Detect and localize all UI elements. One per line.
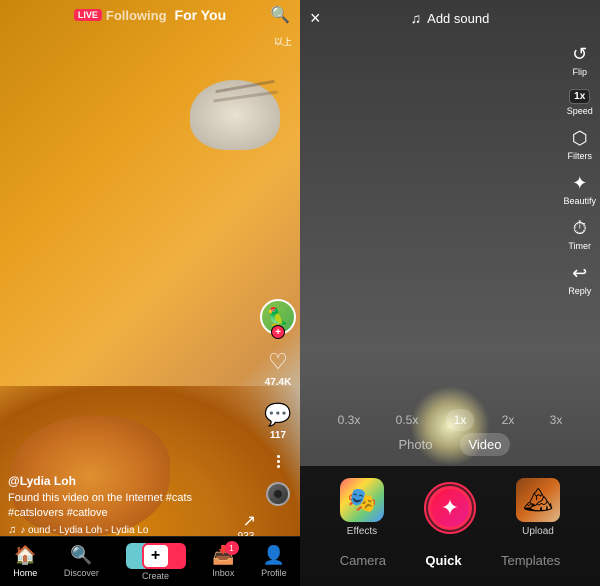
create-label: Create — [142, 571, 169, 581]
home-label: Home — [13, 568, 37, 578]
quick-button[interactable]: ✦ — [424, 482, 476, 534]
upload-label: Upload — [522, 526, 554, 537]
nav-home[interactable]: 🏠 Home — [13, 545, 37, 578]
timer-icon: ⏱ — [573, 218, 587, 239]
filters-icon: ⬡ — [572, 128, 588, 149]
create-icon-wrap: + — [126, 543, 186, 569]
inbox-label: Inbox — [212, 568, 234, 578]
creator-username[interactable]: @Lydia Loh — [8, 474, 250, 488]
follow-button[interactable]: + — [271, 325, 285, 339]
sparkle-icon: ✦ — [441, 495, 459, 521]
nav-discover[interactable]: 🔍 Discover — [64, 545, 99, 578]
nav-create[interactable]: + Create — [126, 543, 186, 581]
discover-label: Discover — [64, 568, 99, 578]
top-navigation: LIVE Following For You 🔍 — [0, 0, 300, 30]
for-you-tab[interactable]: For You — [175, 7, 227, 23]
flip-tool[interactable]: ↺ Flip — [572, 44, 587, 77]
photo-video-tabs: Photo Video — [300, 433, 600, 456]
camera-bottom-actions: 🎭 Effects ✦ 🏔 Upload Camera Quick Templa… — [300, 466, 600, 586]
speed-3x[interactable]: 3x — [542, 409, 571, 431]
speed-1x[interactable]: 1x — [446, 409, 475, 431]
camera-mode-tabs: Camera Quick Templates — [300, 545, 600, 576]
profile-icon: 👤 — [263, 545, 285, 566]
effects-button[interactable]: 🎭 Effects — [340, 478, 384, 537]
create-plus-icon: + — [151, 548, 160, 564]
add-sound-label: Add sound — [427, 11, 489, 26]
music-note-icon: ♫ — [411, 10, 422, 26]
reply-tool[interactable]: ↩ Reply — [568, 263, 591, 296]
creator-avatar[interactable]: 🦜 + — [260, 299, 296, 335]
nav-profile[interactable]: 👤 Profile — [261, 545, 287, 578]
nav-inbox[interactable]: 📥 1 Inbox — [212, 545, 234, 578]
bottom-navigation: 🏠 Home 🔍 Discover + Create 📥 1 Inbox — [0, 536, 300, 586]
close-button[interactable]: × — [310, 8, 321, 29]
video-tab[interactable]: Video — [460, 433, 509, 456]
speed-icon: 1x — [569, 89, 590, 104]
music-info[interactable]: ♫ ♪ ound - Lydia Loh - Lydia Lo — [8, 524, 250, 536]
effects-label: Effects — [347, 526, 377, 537]
music-title: ♪ ound - Lydia Loh - Lydia Lo — [20, 525, 148, 536]
beautify-label: Beautify — [563, 196, 596, 206]
inbox-wrap: 📥 1 — [212, 545, 234, 566]
live-badge: LIVE — [74, 9, 102, 21]
search-icon[interactable]: 🔍 — [270, 5, 290, 25]
camera-top-bar: × ♫ Add sound — [300, 0, 600, 36]
like-button[interactable]: ♡ 47.4K — [265, 349, 292, 388]
tiktok-feed-panel: LIVE Following For You 🔍 以上 🦜 + ♡ 47.4K … — [0, 0, 300, 586]
like-count: 47.4K — [265, 377, 292, 388]
video-info: @Lydia Loh Found this video on the Inter… — [8, 474, 250, 536]
speed-label: Speed — [567, 106, 593, 116]
timer-tool[interactable]: ⏱ Timer — [568, 218, 591, 251]
effects-icon: 🎭 — [340, 478, 384, 522]
camera-panel: × ♫ Add sound ↺ Flip 1x Speed ⬡ Filters … — [300, 0, 600, 586]
more-button[interactable] — [277, 455, 280, 468]
beautify-tool[interactable]: ✦ Beautify — [563, 173, 596, 206]
speed-tool[interactable]: 1x Speed — [567, 89, 593, 116]
inbox-badge: 1 — [225, 541, 239, 555]
profile-label: Profile — [261, 568, 287, 578]
reply-icon: ↩ — [572, 263, 587, 284]
heart-icon: ♡ — [268, 349, 288, 375]
music-disc[interactable] — [266, 482, 290, 506]
video-description: Found this video on the Internet #cats #… — [8, 491, 250, 520]
upload-button[interactable]: 🏔 Upload — [516, 478, 560, 537]
music-note-icon: ♫ — [8, 524, 16, 536]
speed-0.3x[interactable]: 0.3x — [330, 409, 369, 431]
comment-icon: 💬 — [264, 402, 291, 428]
cat-head — [190, 80, 280, 150]
disc-icon — [266, 482, 290, 506]
quick-tab[interactable]: Quick — [425, 553, 461, 568]
add-sound-button[interactable]: ♫ Add sound — [411, 10, 490, 26]
effects-face: 🎭 — [340, 478, 384, 522]
reply-label: Reply — [568, 286, 591, 296]
camera-tab[interactable]: Camera — [340, 553, 386, 568]
discover-icon: 🔍 — [70, 545, 92, 566]
templates-tab[interactable]: Templates — [501, 553, 560, 568]
video-actions: 🦜 + ♡ 47.4K 💬 117 — [260, 299, 296, 506]
timer-label: Timer — [568, 241, 591, 251]
flip-icon: ↺ — [572, 44, 587, 65]
home-icon: 🏠 — [14, 545, 36, 566]
comment-count: 117 — [270, 430, 286, 441]
action-icons-row: 🎭 Effects ✦ 🏔 Upload — [300, 466, 600, 545]
filters-label: Filters — [567, 151, 592, 161]
create-center: + — [142, 543, 170, 569]
comment-button[interactable]: 💬 117 — [264, 402, 291, 441]
dots-icon — [277, 455, 280, 468]
speed-2x[interactable]: 2x — [494, 409, 523, 431]
speed-0.5x[interactable]: 0.5x — [388, 409, 427, 431]
camera-tools: ↺ Flip 1x Speed ⬡ Filters ✦ Beautify ⏱ T… — [563, 44, 596, 296]
filters-tool[interactable]: ⬡ Filters — [567, 128, 592, 161]
upload-icon: 🏔 — [516, 478, 560, 522]
view-count: 以上 — [274, 35, 292, 48]
photo-tab[interactable]: Photo — [391, 433, 441, 456]
speed-selector: 0.3x 0.5x 1x 2x 3x — [300, 409, 600, 431]
flip-label: Flip — [572, 67, 587, 77]
following-tab[interactable]: Following — [106, 8, 167, 23]
video-feed[interactable]: 以上 🦜 + ♡ 47.4K 💬 117 — [0, 0, 300, 586]
beautify-icon: ✦ — [572, 173, 587, 194]
quick-icon: ✦ — [428, 486, 472, 530]
